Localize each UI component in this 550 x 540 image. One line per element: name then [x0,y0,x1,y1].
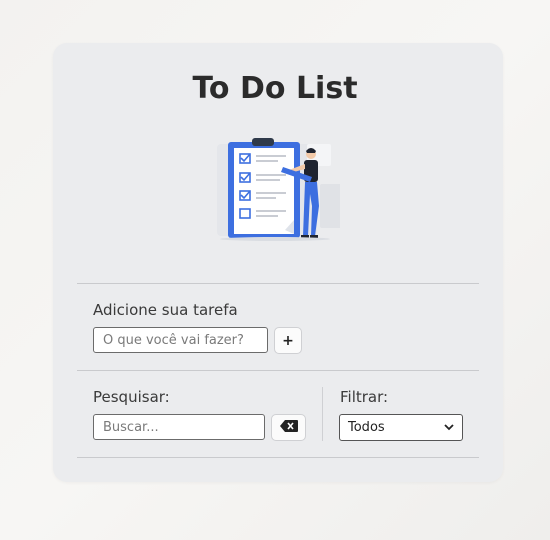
backspace-icon [279,419,298,436]
middle-divider [77,370,479,371]
chevron-down-icon [444,420,454,435]
search-input[interactable] [93,414,265,440]
add-task-label: Adicione sua tarefa [93,301,238,319]
vertical-separator [322,387,323,441]
task-input[interactable] [93,327,268,353]
top-divider [77,283,479,284]
page-title: To Do List [192,71,358,106]
filter-select[interactable]: Todos [339,414,463,441]
filter-label: Filtrar: [340,388,389,406]
search-label: Pesquisar: [93,388,170,406]
add-task-button[interactable]: + [274,327,302,354]
bottom-divider [77,457,479,458]
clear-search-button[interactable] [271,414,306,441]
checklist-illustration-icon [215,134,342,244]
filter-selected-value: Todos [348,420,385,435]
add-button-label: + [282,332,294,349]
